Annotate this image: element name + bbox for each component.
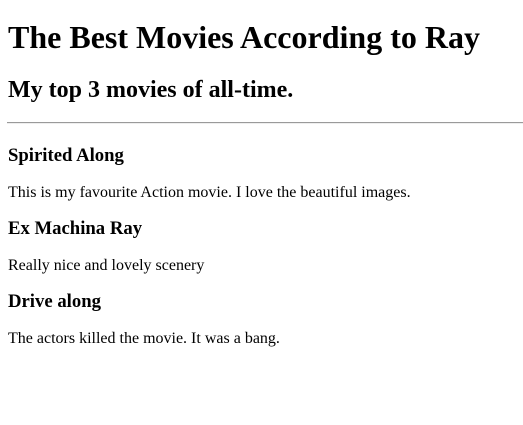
divider: [7, 122, 523, 124]
page-title: The Best Movies According to Ray: [8, 19, 480, 55]
movie-description: This is my favourite Action movie. I lov…: [8, 184, 411, 201]
movie-item: Drive along The actors killed the movie.…: [8, 291, 515, 348]
movie-title: Ex Machina Ray: [8, 218, 143, 239]
movie-title: Drive along: [8, 291, 101, 312]
page-subtitle: My top 3 movies of all-time.: [8, 77, 294, 103]
movie-list: Spirited Along This is my favourite Acti…: [8, 145, 515, 348]
movie-item: Spirited Along This is my favourite Acti…: [8, 145, 515, 202]
movie-title: Spirited Along: [8, 145, 124, 166]
movie-item: Ex Machina Ray Really nice and lovely sc…: [8, 218, 515, 275]
movie-description: The actors killed the movie. It was a ba…: [8, 330, 280, 347]
movie-description: Really nice and lovely scenery: [8, 257, 205, 274]
page-content: The Best Movies According to Ray My top …: [0, 0, 523, 348]
